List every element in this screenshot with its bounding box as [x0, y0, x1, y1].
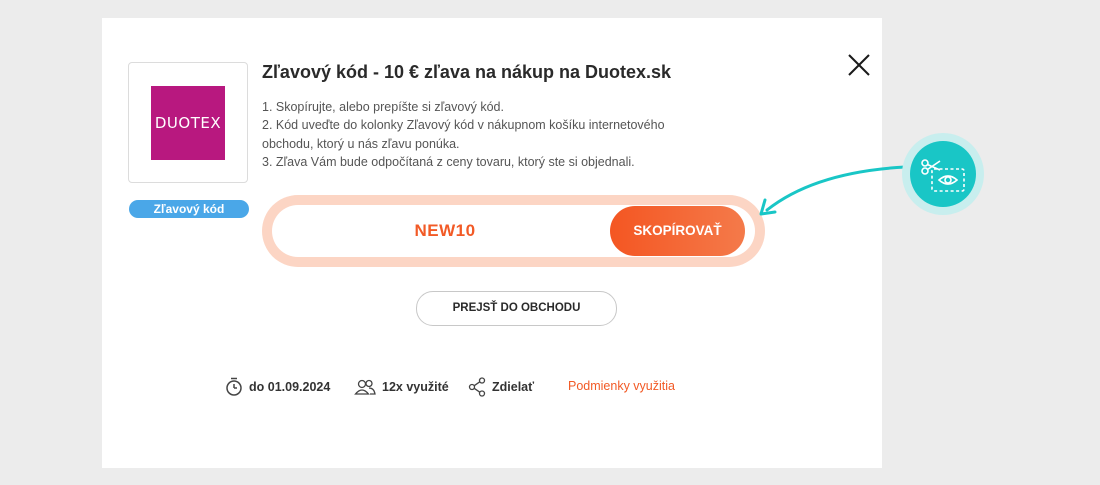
instruction-line: 2. Kód uveďte do kolonky Zľavový kód v n… [262, 118, 665, 133]
coupon-type-badge: Zľavový kód [129, 200, 249, 218]
coupon-hint-inner [910, 141, 976, 207]
coupon-code-inner: NEW10 SKOPÍROVAŤ [272, 205, 755, 257]
coupon-dialog: DUOTEX Zľavový kód Zľavový kód - 10 € zľ… [102, 18, 882, 468]
shop-logo: DUOTEX [151, 85, 225, 160]
users-icon [354, 379, 376, 395]
usage-count: 12x využité [382, 380, 449, 394]
scissors-coupon-icon [921, 159, 965, 192]
expiry-info: do 01.09.2024 [225, 377, 330, 397]
coupon-hint-badge [902, 133, 984, 215]
shop-logo-frame: DUOTEX [128, 62, 248, 183]
close-button[interactable] [847, 53, 871, 77]
terms-link[interactable]: Podmienky využitia [568, 379, 675, 393]
instructions: 1. Skopírujte, alebo prepíšte si zľavový… [262, 98, 732, 171]
copy-code-button[interactable]: SKOPÍROVAŤ [610, 206, 745, 256]
coupon-code[interactable]: NEW10 [272, 205, 618, 257]
close-icon [848, 54, 870, 76]
instruction-line: obchodu, ktorý u nás zľavu ponúka. [262, 136, 460, 151]
instruction-line: 1. Skopírujte, alebo prepíšte si zľavový… [262, 100, 504, 114]
share-button[interactable]: Zdielať [468, 377, 534, 397]
coupon-code-field: NEW10 SKOPÍROVAŤ [262, 195, 765, 267]
share-icon [468, 377, 486, 397]
usage-info: 12x využité [354, 377, 449, 397]
timer-icon [226, 377, 242, 396]
expiry-date: do 01.09.2024 [249, 380, 331, 394]
dialog-title: Zľavový kód - 10 € zľava na nákup na Duo… [262, 62, 672, 82]
share-label: Zdielať [492, 380, 535, 394]
hint-arrow [759, 165, 907, 216]
go-to-shop-button[interactable]: PREJSŤ DO OBCHODU [416, 291, 617, 326]
instruction-line: 3. Zľava Vám bude odpočítaná z ceny tova… [262, 154, 635, 169]
